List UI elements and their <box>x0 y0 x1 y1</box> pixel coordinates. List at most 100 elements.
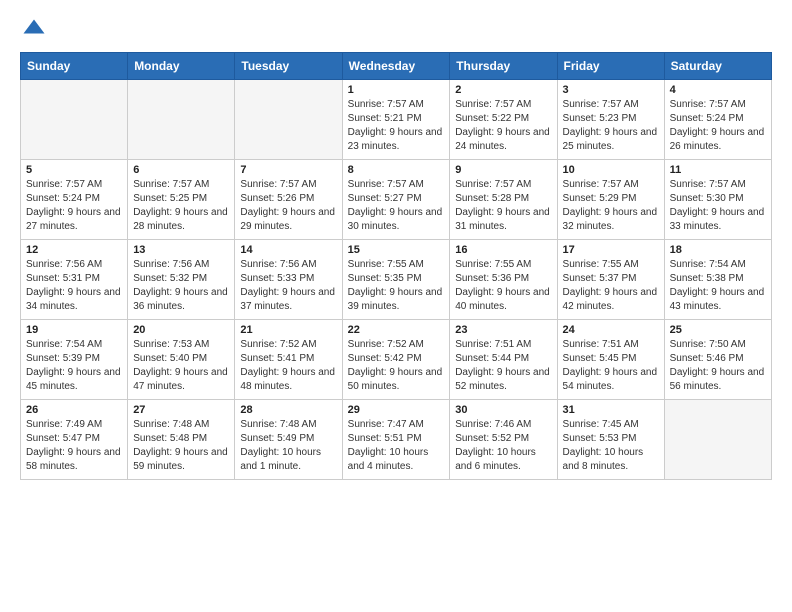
calendar-cell <box>235 80 342 160</box>
calendar-cell: 28Sunrise: 7:48 AMSunset: 5:49 PMDayligh… <box>235 400 342 480</box>
calendar-week-5: 26Sunrise: 7:49 AMSunset: 5:47 PMDayligh… <box>21 400 772 480</box>
calendar-cell: 18 Sunrise: 7:54 AMSunset: 5:38 PMDayligh… <box>664 240 771 320</box>
day-number: 9 <box>455 164 551 176</box>
weekday-header-row: SundayMondayTuesdayWednesdayThursdayFrid… <box>21 53 772 80</box>
day-info: Sunrise: 7:52 AMSunset: 5:42 PMDaylight:… <box>348 338 445 394</box>
calendar-cell: 6 Sunrise: 7:57 AMSunset: 5:25 PMDaylight… <box>128 160 235 240</box>
day-info: Sunrise: 7:50 AMSunset: 5:46 PMDaylight:… <box>670 338 766 394</box>
calendar-cell: 7 Sunrise: 7:57 AMSunset: 5:26 PMDaylight… <box>235 160 342 240</box>
calendar-cell: 11 Sunrise: 7:57 AMSunset: 5:30 PMDayligh… <box>664 160 771 240</box>
weekday-header-saturday: Saturday <box>664 53 771 80</box>
weekday-header-monday: Monday <box>128 53 235 80</box>
day-number: 15 <box>348 244 445 256</box>
day-number: 7 <box>240 164 336 176</box>
calendar-cell: 20Sunrise: 7:53 AMSunset: 5:40 PMDayligh… <box>128 320 235 400</box>
weekday-header-friday: Friday <box>557 53 664 80</box>
day-number: 10 <box>563 164 659 176</box>
calendar-cell <box>664 400 771 480</box>
calendar-cell: 29 Sunrise: 7:47 AMSunset: 5:51 PMDayligh… <box>342 400 450 480</box>
day-number: 23 <box>455 324 551 336</box>
day-info: Sunrise: 7:51 AMSunset: 5:45 PMDaylight:… <box>563 338 659 394</box>
day-info: Sunrise: 7:57 AMSunset: 5:30 PMDaylight:… <box>670 178 766 234</box>
calendar-cell <box>128 80 235 160</box>
calendar-cell: 1 Sunrise: 7:57 AMSunset: 5:21 PMDaylight… <box>342 80 450 160</box>
calendar-week-3: 12 Sunrise: 7:56 AMSunset: 5:31 PMDayligh… <box>21 240 772 320</box>
calendar-week-4: 19 Sunrise: 7:54 AMSunset: 5:39 PMDayligh… <box>21 320 772 400</box>
day-number: 6 <box>133 164 229 176</box>
day-number: 16 <box>455 244 551 256</box>
calendar-cell: 8Sunrise: 7:57 AMSunset: 5:27 PMDaylight… <box>342 160 450 240</box>
calendar-cell: 14 Sunrise: 7:56 AMSunset: 5:33 PMDayligh… <box>235 240 342 320</box>
day-info: Sunrise: 7:56 AMSunset: 5:33 PMDaylight:… <box>240 258 336 314</box>
day-info: Sunrise: 7:57 AMSunset: 5:28 PMDaylight:… <box>455 178 551 234</box>
day-info: Sunrise: 7:47 AMSunset: 5:51 PMDaylight:… <box>348 418 445 474</box>
calendar-cell: 26Sunrise: 7:49 AMSunset: 5:47 PMDayligh… <box>21 400 128 480</box>
day-number: 19 <box>26 324 122 336</box>
calendar-cell: 15 Sunrise: 7:55 AMSunset: 5:35 PMDayligh… <box>342 240 450 320</box>
day-number: 30 <box>455 404 551 416</box>
calendar-cell: 16 Sunrise: 7:55 AMSunset: 5:36 PMDayligh… <box>450 240 557 320</box>
day-number: 24 <box>563 324 659 336</box>
calendar-cell: 4 Sunrise: 7:57 AMSunset: 5:24 PMDaylight… <box>664 80 771 160</box>
day-info: Sunrise: 7:56 AMSunset: 5:31 PMDaylight:… <box>26 258 122 314</box>
day-info: Sunrise: 7:57 AMSunset: 5:23 PMDaylight:… <box>563 98 659 154</box>
calendar-cell: 5 Sunrise: 7:57 AMSunset: 5:24 PMDaylight… <box>21 160 128 240</box>
calendar-cell: 10 Sunrise: 7:57 AMSunset: 5:29 PMDayligh… <box>557 160 664 240</box>
day-info: Sunrise: 7:55 AMSunset: 5:36 PMDaylight:… <box>455 258 551 314</box>
calendar-cell: 21Sunrise: 7:52 AMSunset: 5:41 PMDayligh… <box>235 320 342 400</box>
day-info: Sunrise: 7:57 AMSunset: 5:24 PMDaylight:… <box>670 98 766 154</box>
day-number: 2 <box>455 84 551 96</box>
day-number: 11 <box>670 164 766 176</box>
calendar-cell <box>21 80 128 160</box>
calendar-cell: 31Sunrise: 7:45 AMSunset: 5:53 PMDayligh… <box>557 400 664 480</box>
calendar-cell: 17Sunrise: 7:55 AMSunset: 5:37 PMDayligh… <box>557 240 664 320</box>
day-number: 18 <box>670 244 766 256</box>
calendar-cell: 2 Sunrise: 7:57 AMSunset: 5:22 PMDaylight… <box>450 80 557 160</box>
day-number: 31 <box>563 404 659 416</box>
day-info: Sunrise: 7:56 AMSunset: 5:32 PMDaylight:… <box>133 258 229 314</box>
day-info: Sunrise: 7:55 AMSunset: 5:37 PMDaylight:… <box>563 258 659 314</box>
day-info: Sunrise: 7:54 AMSunset: 5:39 PMDaylight:… <box>26 338 122 394</box>
day-number: 29 <box>348 404 445 416</box>
calendar-table: SundayMondayTuesdayWednesdayThursdayFrid… <box>20 52 772 480</box>
day-number: 12 <box>26 244 122 256</box>
calendar-cell: 13 Sunrise: 7:56 AMSunset: 5:32 PMDayligh… <box>128 240 235 320</box>
day-number: 27 <box>133 404 229 416</box>
day-info: Sunrise: 7:57 AMSunset: 5:27 PMDaylight:… <box>348 178 445 234</box>
logo-icon <box>20 16 48 44</box>
weekday-header-thursday: Thursday <box>450 53 557 80</box>
day-info: Sunrise: 7:51 AMSunset: 5:44 PMDaylight:… <box>455 338 551 394</box>
day-info: Sunrise: 7:57 AMSunset: 5:22 PMDaylight:… <box>455 98 551 154</box>
calendar-cell: 22 Sunrise: 7:52 AMSunset: 5:42 PMDayligh… <box>342 320 450 400</box>
day-info: Sunrise: 7:46 AMSunset: 5:52 PMDaylight:… <box>455 418 551 474</box>
day-number: 3 <box>563 84 659 96</box>
day-number: 14 <box>240 244 336 256</box>
day-number: 28 <box>240 404 336 416</box>
day-number: 25 <box>670 324 766 336</box>
day-info: Sunrise: 7:53 AMSunset: 5:40 PMDaylight:… <box>133 338 229 394</box>
day-info: Sunrise: 7:52 AMSunset: 5:41 PMDaylight:… <box>240 338 336 394</box>
day-info: Sunrise: 7:48 AMSunset: 5:48 PMDaylight:… <box>133 418 229 474</box>
calendar-cell: 12 Sunrise: 7:56 AMSunset: 5:31 PMDayligh… <box>21 240 128 320</box>
day-number: 13 <box>133 244 229 256</box>
weekday-header-sunday: Sunday <box>21 53 128 80</box>
day-number: 5 <box>26 164 122 176</box>
day-number: 22 <box>348 324 445 336</box>
calendar-cell: 9 Sunrise: 7:57 AMSunset: 5:28 PMDaylight… <box>450 160 557 240</box>
day-info: Sunrise: 7:55 AMSunset: 5:35 PMDaylight:… <box>348 258 445 314</box>
day-info: Sunrise: 7:49 AMSunset: 5:47 PMDaylight:… <box>26 418 122 474</box>
day-info: Sunrise: 7:57 AMSunset: 5:26 PMDaylight:… <box>240 178 336 234</box>
page-header <box>20 16 772 44</box>
day-number: 1 <box>348 84 445 96</box>
day-number: 4 <box>670 84 766 96</box>
logo <box>20 16 52 44</box>
calendar-cell: 25 Sunrise: 7:50 AMSunset: 5:46 PMDayligh… <box>664 320 771 400</box>
day-info: Sunrise: 7:57 AMSunset: 5:21 PMDaylight:… <box>348 98 445 154</box>
calendar-cell: 23 Sunrise: 7:51 AMSunset: 5:44 PMDayligh… <box>450 320 557 400</box>
day-info: Sunrise: 7:54 AMSunset: 5:38 PMDaylight:… <box>670 258 766 314</box>
day-info: Sunrise: 7:57 AMSunset: 5:24 PMDaylight:… <box>26 178 122 234</box>
day-info: Sunrise: 7:57 AMSunset: 5:29 PMDaylight:… <box>563 178 659 234</box>
weekday-header-wednesday: Wednesday <box>342 53 450 80</box>
day-info: Sunrise: 7:57 AMSunset: 5:25 PMDaylight:… <box>133 178 229 234</box>
calendar-cell: 19 Sunrise: 7:54 AMSunset: 5:39 PMDayligh… <box>21 320 128 400</box>
